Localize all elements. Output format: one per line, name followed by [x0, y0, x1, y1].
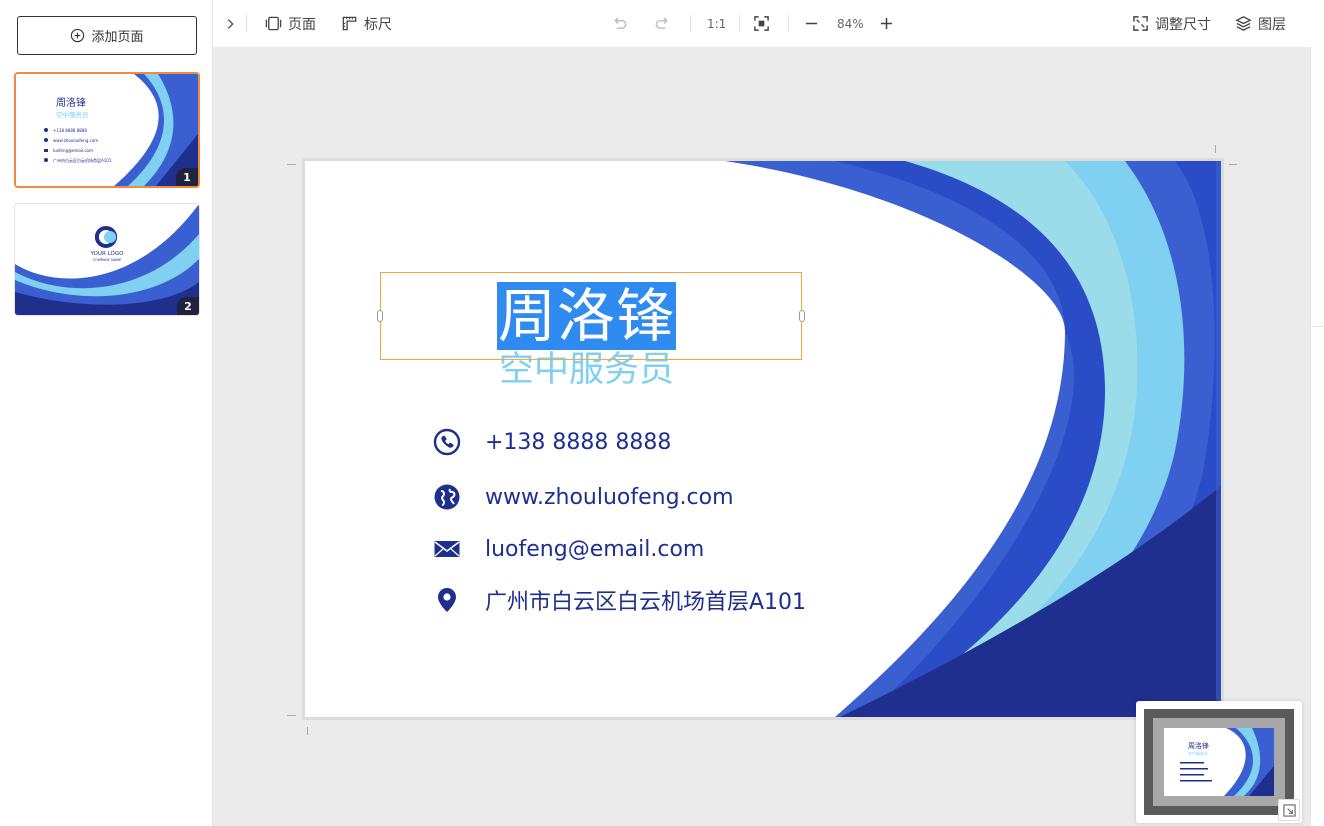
resize-handle-left[interactable]	[377, 310, 383, 322]
resize-label: 调整尺寸	[1155, 16, 1211, 33]
layers-icon	[1235, 16, 1252, 31]
mail-icon	[432, 534, 462, 564]
resize-button[interactable]: 调整尺寸	[1132, 0, 1211, 47]
canvas-minimap[interactable]: 周洛锋 空中服务员	[1136, 701, 1302, 823]
plus-circle-icon	[71, 28, 85, 43]
expand-sidebar-button[interactable]	[223, 0, 237, 47]
pages-sidebar: 添加页面 周洛锋 空中服务员 +138 8888 8888 www.zhoulu…	[0, 0, 213, 826]
thumb-1-line: luofeng@email.com	[53, 148, 93, 153]
page-thumbnail-1[interactable]: 周洛锋 空中服务员 +138 8888 8888 www.zhouluofeng…	[14, 72, 200, 188]
crop-mark	[1229, 164, 1237, 165]
minimap-title: 空中服务员	[1188, 750, 1208, 756]
ruler-label[interactable]: 标尺	[364, 14, 392, 34]
plus-icon	[880, 17, 893, 30]
text-selection-frame[interactable]	[377, 272, 805, 360]
fit-screen-icon	[754, 16, 769, 31]
zoom-out-button[interactable]	[803, 0, 820, 47]
page-2-preview: YOUR LOGO COMPANY NAME	[15, 204, 199, 315]
minimap-name: 周洛锋	[1188, 741, 1209, 750]
crop-mark	[287, 164, 296, 165]
redo-button[interactable]	[654, 0, 671, 47]
page-number-badge: 1	[176, 168, 198, 186]
resize-icon	[1133, 16, 1148, 31]
collapse-icon	[1282, 803, 1296, 817]
add-page-label: 添加页面	[91, 30, 144, 45]
thumb-1-title: 空中服务员	[56, 110, 89, 119]
page-number-badge: 2	[177, 297, 199, 315]
email-text: luofeng@email.com	[485, 536, 705, 562]
contact-website[interactable]: www.zhouluofeng.com	[432, 481, 734, 513]
layers-label: 图层	[1258, 16, 1286, 33]
ruler-button[interactable]: 标尺	[341, 0, 392, 47]
contact-phone[interactable]: +138 8888 8888	[432, 426, 671, 458]
crop-mark	[287, 715, 296, 716]
minimap-card-preview: 周洛锋 空中服务员	[1164, 728, 1274, 796]
phone-text: +138 8888 8888	[485, 429, 672, 455]
minus-icon	[805, 22, 818, 25]
fit-screen-button[interactable]	[753, 0, 770, 47]
thumb-2-logo-text: YOUR LOGO	[89, 251, 124, 257]
thumb-1-line: www.zhouluofeng.com	[53, 138, 98, 143]
top-toolbar: 页面 标尺 1:1 84% 调整尺寸 图层	[213, 0, 1324, 47]
zoom-in-button[interactable]	[878, 0, 895, 47]
add-page-button[interactable]: 添加页面	[17, 16, 197, 55]
resize-handle-right[interactable]	[799, 310, 805, 322]
ratio-button[interactable]: 1:1	[707, 0, 726, 47]
thumb-2-logo-sub: COMPANY NAME	[93, 258, 122, 262]
redo-icon	[655, 17, 668, 29]
thumb-1-line: +138 8888 8888	[53, 128, 87, 133]
contact-address[interactable]: 广州市白云区白云机场首层A101	[432, 584, 806, 616]
page-thumbnail-2[interactable]: YOUR LOGO COMPANY NAME 2	[14, 203, 200, 316]
page-icon	[265, 16, 282, 31]
page-label: 页面	[288, 16, 316, 33]
zoom-level[interactable]: 84%	[837, 0, 864, 47]
crop-mark	[307, 727, 308, 735]
globe-icon	[432, 482, 462, 512]
collapse-minimap-button[interactable]	[1278, 799, 1300, 821]
chevron-right-icon	[227, 18, 234, 29]
minimap-viewport[interactable]: 周洛锋 空中服务员	[1153, 718, 1285, 806]
phone-icon	[432, 427, 462, 457]
layers-button[interactable]: 图层	[1235, 0, 1286, 47]
address-text: 广州市白云区白云机场首层A101	[485, 590, 807, 615]
undo-button[interactable]	[611, 0, 628, 47]
thumb-1-name: 周洛锋	[56, 96, 86, 109]
thumb-1-line: 广州市白云区白云机场首层A101	[53, 157, 112, 163]
ruler-icon	[342, 16, 357, 31]
page-1-preview: 周洛锋 空中服务员 +138 8888 8888 www.zhouluofeng…	[16, 74, 198, 186]
undo-icon	[614, 17, 627, 29]
page-button[interactable]: 页面	[265, 0, 316, 47]
website-text: www.zhouluofeng.com	[485, 484, 734, 510]
map-pin-icon	[432, 585, 462, 615]
contact-email[interactable]: luofeng@email.com	[432, 533, 704, 565]
right-panel-edge	[1310, 47, 1324, 826]
crop-mark	[1215, 145, 1216, 153]
